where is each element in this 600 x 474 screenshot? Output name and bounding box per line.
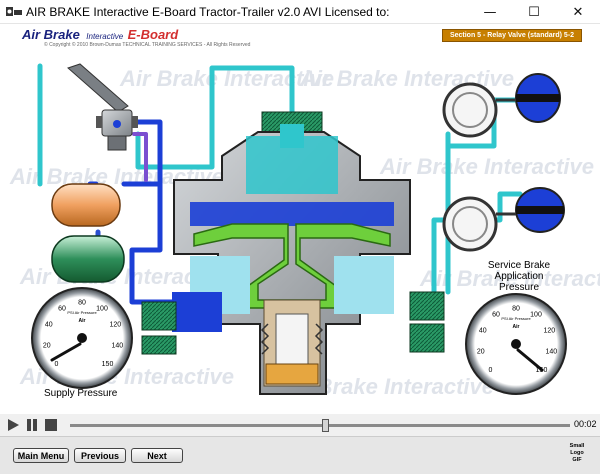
animation-stage: Air Brake Interactive Air Brake Interact… [0,24,600,414]
service-pressure-label: Service Brake Application Pressure [487,260,551,293]
gauge-tick-label: 40 [479,328,487,335]
small-logo-line: Small [569,443,585,449]
gauge-brand: Air [79,318,86,324]
gauge-tick-label: 60 [58,306,66,313]
gauge-tick-label: 40 [45,322,53,329]
gauge-tick-label: 20 [43,343,51,350]
gauge-brand: Air [513,324,520,330]
gauge-tick-label: 0 [55,361,59,368]
gauge-tick-label: 80 [512,306,520,313]
gauge-tick-label: 140 [545,349,557,356]
relay-valve-diagram: Air Brake Interactive Air Brake Interact… [9,63,600,399]
window-title: AIR BRAKE Interactive E-Board Tractor-Tr… [26,5,390,19]
app-icon [6,7,22,16]
gauge-tick-label: 100 [530,312,542,319]
small-logo-line: Logo [570,450,584,456]
primary-tank [51,183,121,227]
gauge-tick-label: 100 [96,306,108,313]
gauge-caption: PSI Air Pressure [501,316,531,321]
gauge-tick-label: 20 [477,349,485,356]
title-bar: AIR BRAKE Interactive E-Board Tractor-Tr… [0,0,600,24]
media-controls: 00:02 [0,414,600,436]
play-icon[interactable] [6,418,20,432]
pause-icon[interactable] [25,418,39,432]
small-logo-line: GIF [572,457,582,463]
watermark-text: Air Brake Interactive [379,154,594,179]
gauge-tick-label: 120 [109,322,121,329]
previous-button[interactable]: Previous [74,448,126,463]
gauge-tick-label: 60 [492,312,500,319]
gauge-tick-label: 150 [102,361,114,368]
stop-icon[interactable] [44,418,58,432]
gauge-tick-label: 150 [536,367,548,374]
gauge-tick-label: 140 [111,343,123,350]
logo-air-brake: Air Brake [22,27,80,42]
navigation-bar: Main Menu Previous Next Small Logo GIF [0,436,600,474]
small-logo: Small Logo GIF [566,443,588,464]
seek-thumb[interactable] [322,419,329,432]
copyright-text: © Copyright © 2010 Brown-Dumas TECHNICAL… [44,42,251,48]
supply-reservoirs [51,183,125,283]
section-badge: Section 5 - Relay Valve (standard) 5-2 [442,29,582,42]
next-button[interactable]: Next [131,448,183,463]
gauge-tick-label: 0 [489,367,493,374]
gauge-tick-label: 120 [543,328,555,335]
time-display: 00:02 [574,419,597,429]
maximize-button[interactable]: ☐ [512,0,556,24]
gauge-tick-label: 80 [78,300,86,307]
main-menu-button[interactable]: Main Menu [13,448,69,463]
gauge-caption: PSI Air Pressure [67,310,97,315]
seek-bar[interactable] [70,424,570,427]
logo-interactive: Interactive [86,32,124,41]
minimize-button[interactable]: — [468,0,512,24]
close-button[interactable]: ✕ [556,0,600,24]
logo-eboard: E-Board [127,27,179,42]
service-pressure-gauge: 0 20 40 60 80 100 120 140 150 PSI Air Pressure A… [465,293,567,395]
secondary-tank [51,235,125,283]
supply-pressure-gauge: 0 20 40 60 80 100 120 140 150 PSI Air Pressure A… [31,287,133,389]
supply-pressure-label: Supply Pressure [44,388,118,399]
